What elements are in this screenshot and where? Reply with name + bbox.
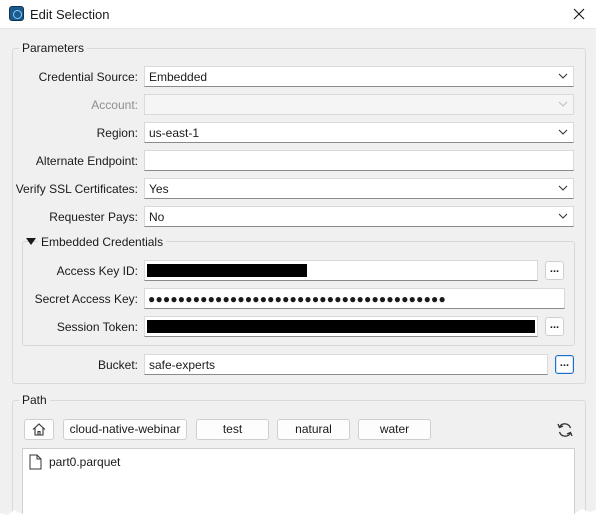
refresh-button[interactable] [554, 419, 575, 440]
breadcrumb-natural[interactable]: natural [277, 419, 350, 440]
close-icon [573, 8, 585, 20]
verify-ssl-label: Verify SSL Certificates: [15, 182, 138, 196]
chevron-down-icon [558, 213, 568, 219]
access-key-id-input[interactable] [144, 260, 538, 281]
bucket-input[interactable]: safe-experts [144, 354, 548, 375]
breadcrumb-water[interactable]: water [358, 419, 431, 440]
bucket-browse-button[interactable]: ... [555, 355, 574, 374]
account-select[interactable] [144, 94, 574, 115]
home-icon [32, 423, 46, 436]
chevron-down-icon [558, 73, 568, 79]
secret-access-key-input[interactable]: ●●●●●●●●●●●●●●●●●●●●●●●●●●●●●●●●●●●●●●●● [144, 288, 565, 309]
credential-source-select[interactable]: Embedded [144, 66, 574, 87]
chevron-down-icon [558, 129, 568, 135]
account-label: Account: [91, 98, 138, 112]
session-token-input[interactable] [144, 316, 538, 337]
session-token-label: Session Token: [56, 320, 138, 334]
redacted-value [147, 320, 535, 333]
region-select[interactable]: us-east-1 [144, 122, 574, 143]
refresh-icon [556, 422, 573, 437]
credential-source-label: Credential Source: [38, 70, 138, 84]
alternate-endpoint-label: Alternate Endpoint: [35, 154, 138, 168]
collapse-triangle-icon[interactable] [26, 238, 36, 246]
access-key-id-label: Access Key ID: [56, 264, 138, 278]
list-item[interactable]: part0.parquet [29, 454, 120, 470]
secret-access-key-label: Secret Access Key: [34, 292, 138, 306]
breadcrumb-test[interactable]: test [196, 419, 269, 440]
chevron-down-icon [558, 185, 568, 191]
parameters-group-title: Parameters [19, 41, 88, 55]
bucket-label: Bucket: [97, 358, 138, 372]
file-list[interactable]: part0.parquet [22, 448, 575, 531]
breadcrumb-cloud-native-webinar[interactable]: cloud-native-webinar [63, 419, 187, 440]
access-key-browse-button[interactable]: ... [545, 261, 564, 280]
session-token-browse-button[interactable]: ... [545, 317, 564, 336]
path-group-title: Path [19, 393, 50, 407]
masked-password: ●●●●●●●●●●●●●●●●●●●●●●●●●●●●●●●●●●●●●●●● [148, 292, 446, 306]
file-name: part0.parquet [49, 455, 121, 469]
requester-pays-label: Requester Pays: [49, 210, 138, 224]
chevron-down-icon [558, 101, 568, 107]
home-button[interactable] [24, 419, 54, 440]
close-button[interactable] [568, 3, 590, 25]
requester-pays-select[interactable]: No [144, 206, 574, 227]
app-icon [9, 6, 24, 21]
file-icon [29, 454, 42, 470]
verify-ssl-select[interactable]: Yes [144, 178, 574, 199]
embedded-credentials-title[interactable]: Embedded Credentials [38, 235, 167, 249]
window-title: Edit Selection [30, 7, 110, 22]
alternate-endpoint-input[interactable] [144, 150, 574, 171]
region-label: Region: [96, 126, 138, 140]
title-bar: Edit Selection [0, 0, 596, 29]
redacted-value [147, 264, 307, 277]
